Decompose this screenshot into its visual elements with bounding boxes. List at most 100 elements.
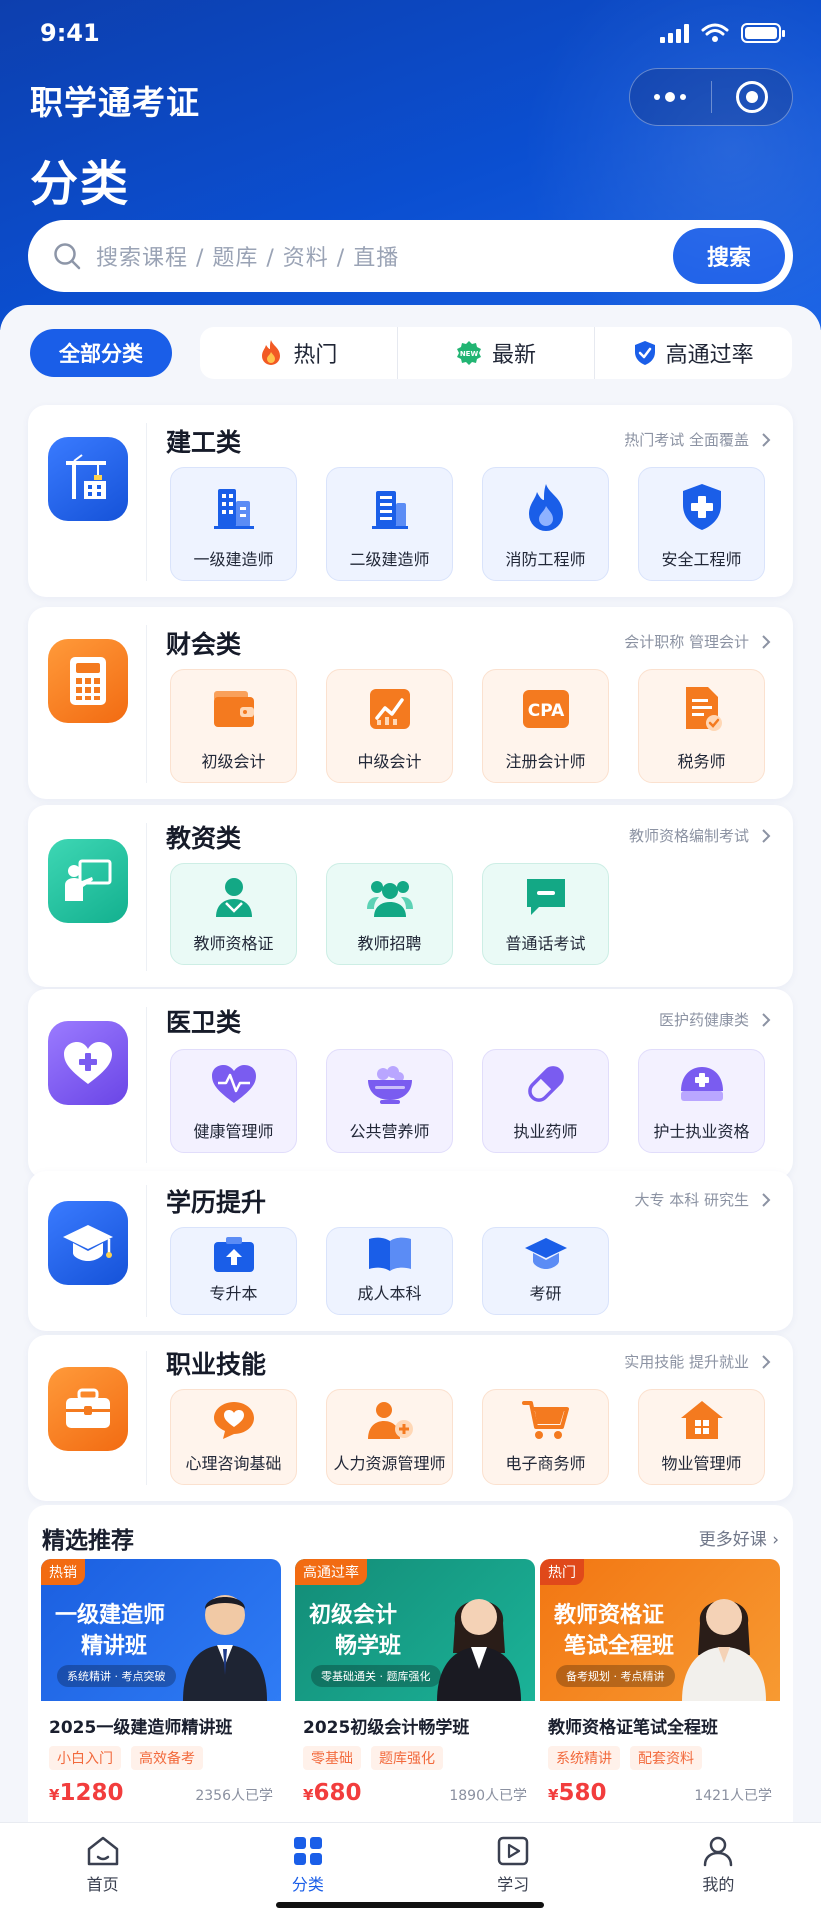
course-card-2[interactable]: 高通过率 初级会计 畅学班 零基础通关 · 题库强化 2025初级会计畅学班 零基…: [295, 1559, 535, 1806]
message-icon: [526, 879, 565, 915]
course-feature-tag: 高效备考: [131, 1746, 203, 1770]
svg-text:NEW: NEW: [460, 350, 479, 358]
tile-label: 考研: [529, 1284, 562, 1303]
tile-skills-1[interactable]: 心理咨询基础: [170, 1389, 297, 1485]
tile-construction-1[interactable]: 一级建造师: [170, 467, 297, 581]
tile-accounting-1[interactable]: 初级会计: [170, 669, 297, 783]
tile-construction-4[interactable]: 安全工程师: [638, 467, 765, 581]
status-bar: 9:41: [40, 18, 785, 48]
category-subtitle: 教师资格编制考试: [628, 827, 749, 845]
category-card-accounting: 财会类 会计职称 管理会计 初级会计 中级会计 CPA 注册会计师 税务师: [28, 607, 793, 799]
tile-label: 消防工程师: [505, 550, 586, 569]
category-subtitle: 实用技能 提升就业: [624, 1353, 749, 1371]
category-more-link[interactable]: 教师资格编制考试: [629, 825, 771, 846]
category-subtitle: 医护药健康类: [658, 1011, 749, 1029]
new-badge-icon: NEW: [457, 341, 481, 365]
tile-label: 中级会计: [357, 752, 422, 771]
fire-icon: [262, 340, 281, 365]
tile-skills-4[interactable]: 物业管理师: [638, 1389, 765, 1485]
course-learners: 2356人已学: [195, 1788, 273, 1804]
recommend-section: 精选推荐 更多好课 › 热销 一级建造师 精讲班 系统精讲 · 考点突破 2025…: [28, 1505, 793, 1825]
category-card-teacher: 教资类 教师资格编制考试 教师资格证 教师招聘 普通话考试: [28, 805, 793, 987]
filter-all[interactable]: 全部分类: [30, 329, 172, 377]
category-more-link[interactable]: 医护药健康类: [659, 1009, 771, 1030]
tile-education-1[interactable]: 专升本: [170, 1227, 297, 1315]
course-learners: 1421人已学: [694, 1788, 772, 1804]
filter-new[interactable]: NEW 最新: [396, 327, 595, 379]
tile-teacher-2[interactable]: 教师招聘: [326, 863, 453, 965]
tile-medical-1[interactable]: 健康管理师: [170, 1049, 297, 1153]
tile-medical-2[interactable]: 公共营养师: [326, 1049, 453, 1153]
category-more-link[interactable]: 热门考试 全面覆盖: [624, 429, 771, 450]
search-bar[interactable]: 搜索课程 / 题库 / 资料 / 直播 搜索: [28, 220, 793, 292]
header: 9:41 职学通考证 分类 搜索课程 / 题库 / 资料 / 直播 搜索: [0, 0, 821, 330]
chevron-right-icon: [762, 1192, 771, 1207]
course-price: ¥680: [303, 1780, 362, 1806]
filter-pass-rate[interactable]: 高通过率: [594, 327, 792, 379]
course-card-1[interactable]: 热销 一级建造师 精讲班 系统精讲 · 考点突破 2025一级建造师精讲班 小白入…: [41, 1559, 281, 1806]
tile-accounting-3[interactable]: CPA 注册会计师: [482, 669, 609, 783]
svg-text:CPA: CPA: [527, 701, 564, 721]
tab-profile[interactable]: 我的: [616, 1823, 821, 1916]
tile-teacher-1[interactable]: 教师资格证: [170, 863, 297, 965]
tab-home[interactable]: 首页: [0, 1823, 205, 1916]
user-icon: [704, 1836, 733, 1867]
tile-construction-2[interactable]: 二级建造师: [326, 467, 453, 581]
mortarboard-icon: [524, 1238, 567, 1269]
calculator-icon: [48, 639, 128, 723]
category-title: 财会类: [166, 630, 242, 659]
tile-medical-4[interactable]: 护士执业资格: [638, 1049, 765, 1153]
tile-label: 成人本科: [357, 1284, 422, 1303]
instructor-photo: [183, 1595, 267, 1701]
category-more-link[interactable]: 会计职称 管理会计: [624, 631, 771, 652]
filter-bar: 全部分类 热门 NEW 最新 高通过率: [30, 327, 792, 379]
course-banner: 热销 一级建造师 精讲班 系统精讲 · 考点突破: [41, 1559, 281, 1701]
tab-label: 我的: [702, 1875, 735, 1894]
search-input[interactable]: 搜索课程 / 题库 / 资料 / 直播: [96, 240, 673, 272]
course-tag: 热销: [41, 1559, 85, 1585]
tile-label: 二级建造师: [349, 550, 430, 569]
battery-icon: [741, 23, 785, 43]
chevron-right-icon: [762, 432, 771, 447]
play-square-icon: [497, 1836, 529, 1866]
course-name: 教师资格证笔试全程班: [548, 1718, 718, 1738]
tile-education-2[interactable]: 成人本科: [326, 1227, 453, 1315]
close-miniapp-button[interactable]: [712, 69, 793, 125]
tile-medical-3[interactable]: 执业药师: [482, 1049, 609, 1153]
filter-new-label: 最新: [492, 343, 537, 368]
wallet-icon: [213, 691, 254, 727]
tile-construction-3[interactable]: 消防工程师: [482, 467, 609, 581]
category-more-link[interactable]: 实用技能 提升就业: [624, 1351, 771, 1372]
tab-label: 分类: [291, 1875, 324, 1894]
tile-accounting-2[interactable]: 中级会计: [326, 669, 453, 783]
course-price: ¥580: [548, 1780, 607, 1806]
construction-crane-icon: [48, 437, 128, 521]
graduation-cap-icon: [48, 1201, 128, 1285]
tile-label: 一级建造师: [193, 550, 274, 569]
tile-skills-2[interactable]: 人力资源管理师: [326, 1389, 453, 1485]
tile-accounting-4[interactable]: 税务师: [638, 669, 765, 783]
course-banner-pill: 零基础通关 · 题库强化: [311, 1665, 441, 1687]
tile-education-3[interactable]: 考研: [482, 1227, 609, 1315]
teacher-board-icon: [48, 839, 128, 923]
course-banner: 高通过率 初级会计 畅学班 零基础通关 · 题库强化: [295, 1559, 535, 1701]
miniapp-capsule: [629, 68, 793, 126]
category-card-construction: 建工类 热门考试 全面覆盖 一级建造师 二级建造师 消防工程师 安全工程师: [28, 405, 793, 597]
category-more-link[interactable]: 大专 本科 研究生: [634, 1189, 771, 1210]
instructor-photo: [437, 1599, 521, 1701]
status-time: 9:41: [40, 19, 100, 47]
office-building-icon: [371, 491, 408, 529]
course-name: 2025一级建造师精讲班: [49, 1718, 233, 1738]
course-card-3[interactable]: 热门 教师资格证 笔试全程班 备考规划 · 考点精讲 教师资格证笔试全程班 系统精…: [540, 1559, 780, 1806]
filter-hot[interactable]: 热门: [200, 327, 397, 379]
tile-teacher-3[interactable]: 普通话考试: [482, 863, 609, 965]
category-title: 医卫类: [166, 1008, 242, 1037]
shield-check-icon: [634, 341, 655, 365]
recommend-more-link[interactable]: 更多好课 ›: [699, 1525, 779, 1550]
more-button[interactable]: [630, 69, 711, 125]
tile-skills-3[interactable]: 电子商务师: [482, 1389, 609, 1485]
course-feature-tag: 题库强化: [371, 1746, 443, 1770]
shield-plus-icon: [682, 484, 721, 530]
course-feature-tag: 小白入门: [49, 1746, 121, 1770]
search-button[interactable]: 搜索: [673, 228, 785, 284]
